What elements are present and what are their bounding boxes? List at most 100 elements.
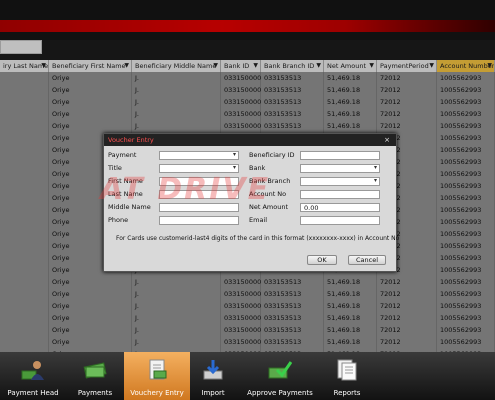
column-header[interactable]: PaymentPeriod ▼: [377, 60, 437, 72]
table-cell: 72012: [377, 84, 437, 96]
bank-branch-select[interactable]: [300, 177, 380, 186]
table-cell: 033150000: [221, 84, 261, 96]
table-cell: 033153513: [261, 336, 324, 348]
column-header-label: Net Amount: [327, 62, 367, 70]
payment-select[interactable]: [159, 151, 239, 160]
filter-icon[interactable]: ▼: [487, 60, 492, 72]
table-cell: 033150000: [221, 108, 261, 120]
table-cell: 033153513: [261, 96, 324, 108]
table-cell: J.: [132, 312, 221, 324]
banner-stripe: [0, 20, 495, 32]
table-cell: 033150000: [221, 276, 261, 288]
voucher-icon: [149, 359, 167, 380]
table-cell: 033153513: [261, 276, 324, 288]
table-cell: 1005562993: [437, 276, 495, 288]
table-cell: 033153513: [261, 120, 324, 132]
phone-label: Phone: [108, 216, 129, 224]
table-cell: 72012: [377, 324, 437, 336]
person-money-icon: [21, 361, 44, 380]
vouchery-entry-button[interactable]: Vouchery Entry: [124, 352, 190, 400]
column-header[interactable]: Account Number ▼: [437, 60, 495, 72]
table-cell: 72012: [377, 300, 437, 312]
table-cell: 033150000: [221, 120, 261, 132]
close-icon[interactable]: ×: [384, 134, 390, 146]
table-cell: 033153513: [261, 312, 324, 324]
table-cell: 033153513: [261, 300, 324, 312]
table-cell: [0, 228, 49, 240]
table-cell: 1005562993: [437, 120, 495, 132]
table-cell: 033150000: [221, 324, 261, 336]
filter-icon[interactable]: ▼: [213, 60, 218, 72]
table-cell: 1005562993: [437, 264, 495, 276]
import-button[interactable]: Import: [190, 352, 236, 400]
column-header[interactable]: Net Amount ▼: [324, 60, 377, 72]
phone-field[interactable]: [159, 216, 239, 225]
toolbar-label: Approve Payments: [247, 389, 313, 397]
table-cell: 51,469.18: [324, 108, 377, 120]
bank-select[interactable]: [300, 164, 380, 173]
table-cell: 033150000: [221, 300, 261, 312]
table-cell: J.: [132, 72, 221, 84]
filter-icon[interactable]: ▼: [369, 60, 374, 72]
table-cell: 1005562993: [437, 336, 495, 348]
filter-icon[interactable]: ▼: [41, 60, 46, 72]
search-input[interactable]: [0, 40, 42, 54]
table-cell: J.: [132, 276, 221, 288]
table-cell: Oriye: [49, 312, 132, 324]
beneficiary-id-field[interactable]: [300, 151, 380, 160]
column-header[interactable]: iry Last Name ▼: [0, 60, 49, 72]
table-cell: 72012: [377, 276, 437, 288]
toolbar-label: Reports: [333, 389, 361, 397]
filter-icon[interactable]: ▼: [124, 60, 129, 72]
table-cell: [0, 216, 49, 228]
table-cell: 51,469.18: [324, 72, 377, 84]
top-banner: [0, 0, 495, 40]
dialog-title-bar: Voucher Entry ×: [104, 134, 396, 146]
table-cell: [0, 276, 49, 288]
cancel-button[interactable]: Cancel: [348, 255, 386, 265]
account-no-field[interactable]: [300, 190, 380, 199]
net-amount-field[interactable]: 0.00: [300, 203, 380, 212]
table-cell: J.: [132, 108, 221, 120]
table-cell: J.: [132, 84, 221, 96]
table-cell: 1005562993: [437, 180, 495, 192]
table-cell: [0, 204, 49, 216]
table-cell: Oriye: [49, 300, 132, 312]
table-cell: Oriye: [49, 336, 132, 348]
column-header[interactable]: Bank ID ▼: [221, 60, 261, 72]
table-cell: [0, 120, 49, 132]
filter-icon[interactable]: ▼: [253, 60, 258, 72]
email-label: Email: [249, 216, 268, 224]
table-cell: 72012: [377, 108, 437, 120]
table-cell: [0, 264, 49, 276]
column-header[interactable]: Beneficiary Middle Name ▼: [132, 60, 221, 72]
column-header[interactable]: Bank Branch ID ▼: [261, 60, 324, 72]
approve-icon: [268, 361, 292, 379]
filter-icon[interactable]: ▼: [316, 60, 321, 72]
table-cell: 1005562993: [437, 216, 495, 228]
table-cell: 033150000: [221, 288, 261, 300]
payments-button[interactable]: Payments: [66, 352, 124, 400]
cards-format-note: For Cards use customerid-last4 digits of…: [116, 235, 400, 242]
column-header-label: Bank Branch ID: [264, 62, 315, 70]
table-cell: [0, 84, 49, 96]
table-cell: 72012: [377, 336, 437, 348]
ok-button[interactable]: OK: [307, 255, 337, 265]
payment-head-button[interactable]: Payment Head: [0, 352, 66, 400]
reports-button[interactable]: Reports: [324, 352, 370, 400]
table-cell: [0, 144, 49, 156]
table-cell: Oriye: [49, 324, 132, 336]
table-cell: 51,469.18: [324, 276, 377, 288]
approve-payments-button[interactable]: Approve Payments: [236, 352, 324, 400]
table-cell: J.: [132, 288, 221, 300]
column-header[interactable]: Beneficiary First Name ▼: [49, 60, 132, 72]
table-cell: 033150000: [221, 96, 261, 108]
beneficiary-id-label: Beneficiary ID: [249, 151, 295, 159]
filter-icon[interactable]: ▼: [429, 60, 434, 72]
table-cell: 1005562993: [437, 204, 495, 216]
money-icon: [83, 362, 107, 379]
table-cell: 033153513: [261, 108, 324, 120]
email-field[interactable]: [300, 216, 380, 225]
table-cell: 51,469.18: [324, 96, 377, 108]
table-cell: 033153513: [261, 288, 324, 300]
